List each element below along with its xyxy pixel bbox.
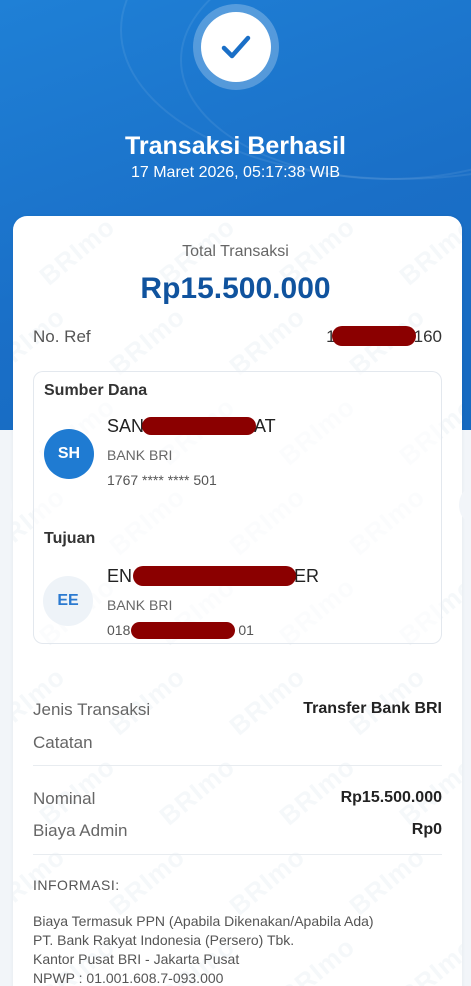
source-fund-section: Sumber Dana SH [33, 371, 442, 513]
info-line: Biaya Termasuk PPN (Apabila Dikenakan/Ap… [33, 913, 374, 929]
redaction-mark [131, 622, 235, 639]
transaction-type-value: Transfer Bank BRI [303, 700, 442, 717]
redaction-mark [133, 566, 296, 586]
destination-heading: Tujuan [44, 530, 96, 547]
admin-fee-value: Rp0 [411, 821, 442, 838]
transaction-datetime: 17 Maret 2026, 05:17:38 WIB [130, 164, 340, 181]
redaction-mark [142, 417, 256, 435]
destination-avatar: EE [43, 576, 93, 626]
ref-label: No. Ref [33, 327, 91, 346]
source-heading: Sumber Dana [44, 382, 148, 399]
source-account: 1767 **** **** 501 [107, 472, 217, 488]
divider [33, 765, 442, 766]
info-line: PT. Bank Rakyat Indonesia (Persero) Tbk. [33, 932, 295, 948]
divider [33, 854, 442, 855]
success-badge [193, 4, 279, 90]
info-heading: INFORMASI: [33, 877, 120, 893]
transaction-type-label: Jenis Transaksi [33, 700, 151, 719]
redaction-mark [332, 326, 416, 346]
check-icon [221, 35, 251, 59]
admin-fee-label: Biaya Admin [33, 821, 128, 840]
nominal-value: Rp15.500.000 [340, 789, 442, 806]
destination-bank: BANK BRI [107, 597, 173, 613]
ref-value-suffix: 160 [413, 327, 442, 346]
nominal-label: Nominal [33, 789, 96, 808]
total-amount: Rp15.500.000 [140, 272, 331, 305]
note-label: Catatan [33, 733, 93, 752]
ticket-notch-left [0, 488, 12, 522]
source-bank: BANK BRI [107, 447, 173, 463]
info-line: NPWP : 01.001.608.7-093.000 [33, 970, 224, 986]
total-label: Total Transaksi [182, 243, 289, 260]
info-line: Kantor Pusat BRI - Jakarta Pusat [33, 951, 240, 967]
page-title: Transaksi Berhasil [125, 132, 346, 160]
source-avatar: SH [44, 429, 94, 479]
